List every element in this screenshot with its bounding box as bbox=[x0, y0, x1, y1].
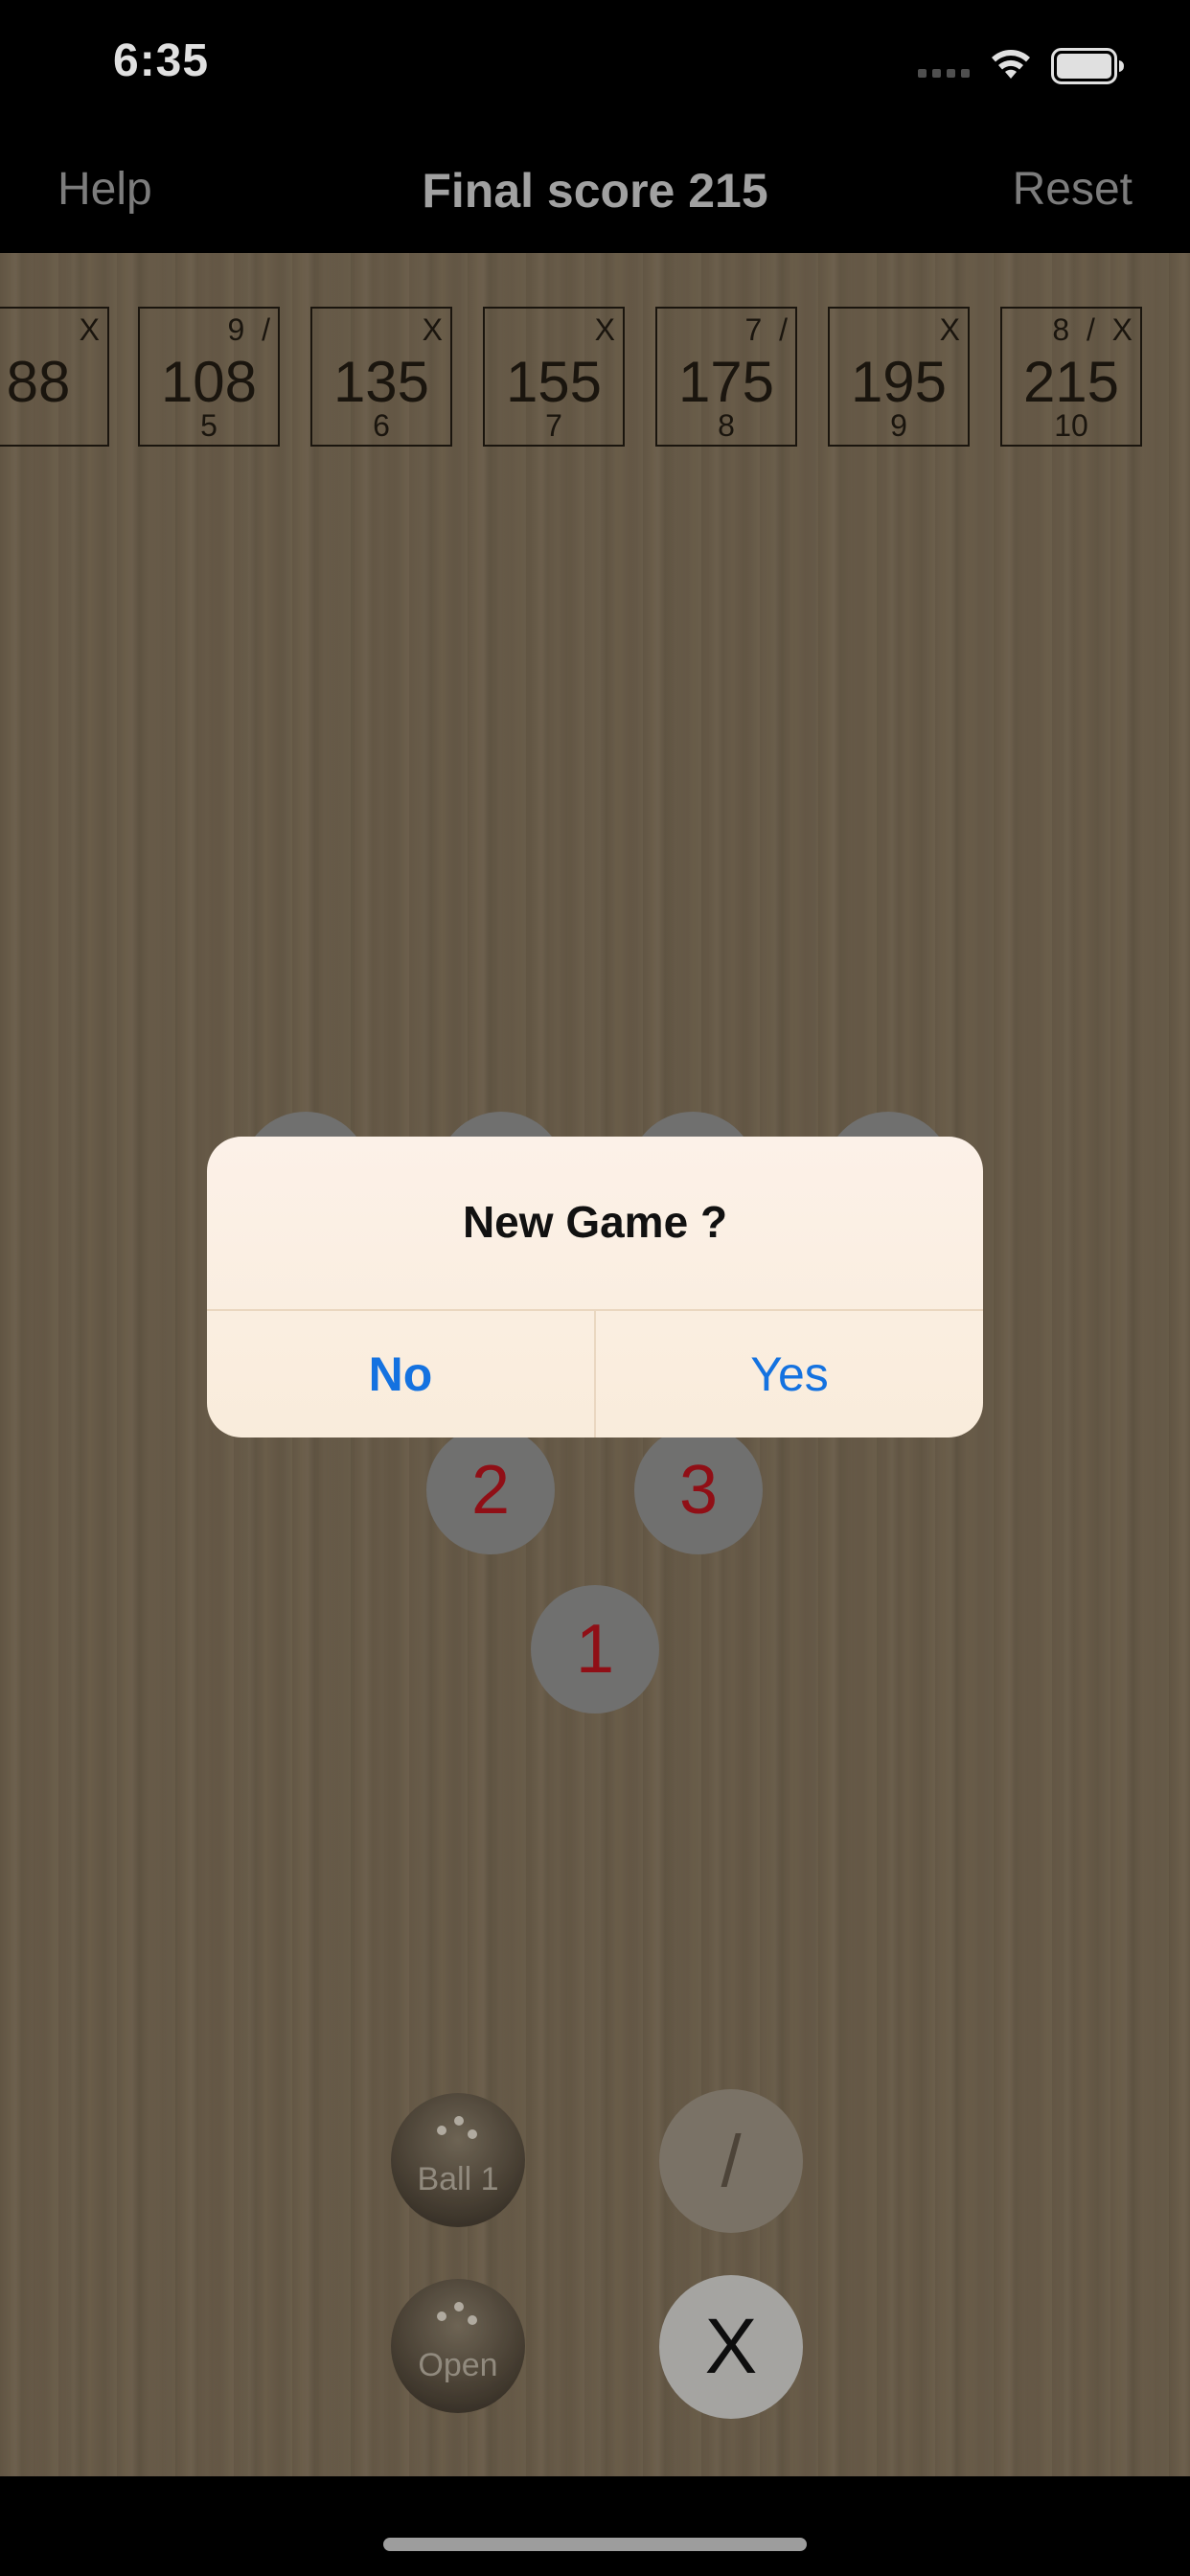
yes-button[interactable]: Yes bbox=[596, 1311, 983, 1438]
dialog-title: New Game ? bbox=[462, 1197, 728, 1247]
new-game-dialog: New Game ? No Yes bbox=[207, 1137, 983, 1438]
no-button[interactable]: No bbox=[207, 1311, 594, 1438]
